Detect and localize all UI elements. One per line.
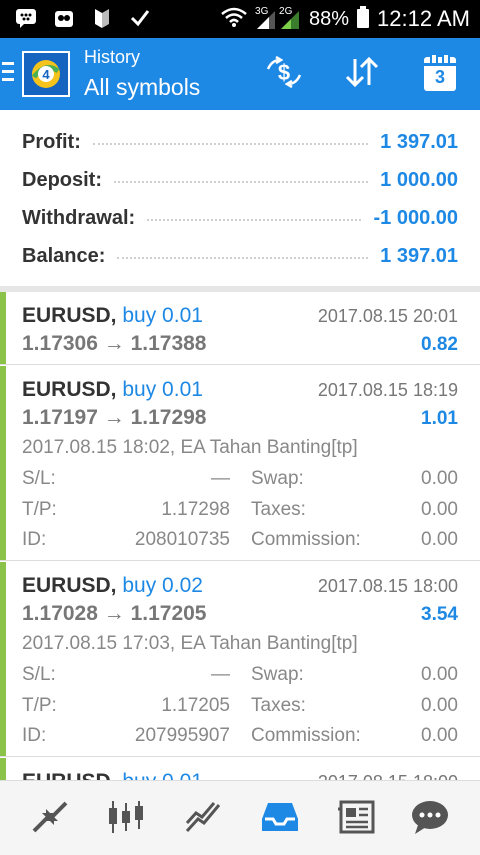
sl-label: S/L:	[22, 664, 56, 685]
deal-comment: 2017.08.15 17:03, EA Tahan Banting[tp]	[22, 633, 358, 654]
deal-date: 2017.08.15 20:01	[317, 306, 458, 326]
chart-icon	[106, 799, 146, 840]
summary-row-balance: Balance: 1 397.01	[22, 238, 458, 274]
id-label: ID:	[22, 529, 47, 550]
summary-row-withdrawal: Withdrawal: -1 000.00	[22, 200, 458, 236]
commission-label: Commission:	[251, 529, 361, 550]
network-2g-label: 2G	[279, 6, 293, 17]
metatrader-logo[interactable]: 4	[22, 51, 70, 97]
swap-label: Swap:	[251, 664, 304, 685]
trade-icon	[184, 799, 224, 840]
signal-icon: 3G 2G	[255, 6, 301, 30]
tp-label: T/P:	[22, 499, 57, 520]
tp-value: 1.17205	[161, 695, 230, 716]
deal-date: 2017.08.15 18:00	[317, 576, 458, 596]
deal-side: buy 0.01	[122, 304, 203, 327]
summary-label: Withdrawal:	[22, 206, 136, 229]
deal-symbol: EURUSD,	[22, 378, 117, 401]
summary-value: 1 397.01	[380, 244, 458, 267]
deal-prices: 1.17306 → 1.17388	[22, 332, 207, 355]
swap-value: 0.00	[421, 468, 458, 489]
period-button[interactable]: 3	[418, 53, 462, 94]
deal-row[interactable]: EURUSD, buy 0.01 2017.08.15 20:01 1.1730…	[0, 292, 480, 365]
checkmark-icon	[128, 6, 152, 30]
deal-symbol: EURUSD,	[22, 304, 117, 327]
summary-value: 1 000.00	[380, 168, 458, 191]
taxes-value: 0.00	[421, 695, 458, 716]
taxes-label: Taxes:	[251, 499, 306, 520]
chat-icon	[410, 799, 450, 840]
app-bar: 4 History All symbols $ 3	[0, 38, 480, 110]
swap-value: 0.00	[421, 664, 458, 685]
commission-value: 0.00	[421, 725, 458, 746]
history-inbox-icon	[260, 799, 300, 840]
deal-symbol: EURUSD,	[22, 574, 117, 597]
network-3g-label: 3G	[255, 6, 269, 17]
deal-row[interactable]: EURUSD, buy 0.02 2017.08.15 18:00 1.1702…	[0, 562, 480, 757]
deal-side-marker	[0, 366, 6, 560]
commission-label: Commission:	[251, 725, 361, 746]
deal-side-marker	[0, 562, 6, 756]
battery-percent: 88%	[309, 7, 350, 30]
history-tab[interactable]	[258, 797, 302, 841]
wifi-icon	[221, 7, 247, 32]
sort-button[interactable]	[340, 54, 384, 94]
sort-arrows-icon	[342, 55, 382, 94]
summary-row-deposit: Deposit: 1 000.00	[22, 162, 458, 198]
quotes-icon	[30, 799, 70, 840]
id-value: 208010735	[134, 529, 230, 550]
deal-prices: 1.17028 → 1.17205	[22, 602, 207, 625]
summary-label: Deposit:	[22, 168, 102, 191]
tp-value: 1.17298	[161, 499, 230, 520]
status-bar: 3G 2G 88% 12:12 AM	[0, 0, 480, 38]
id-value: 207995907	[134, 725, 230, 746]
history-summary: Profit: 1 397.01 Deposit: 1 000.00 Withd…	[0, 110, 480, 288]
currency-exchange-icon: $	[264, 55, 304, 94]
deal-comment: 2017.08.15 18:02, EA Tahan Banting[tp]	[22, 437, 358, 458]
beginner-icon	[90, 6, 114, 30]
deal-side: buy 0.02	[122, 574, 203, 597]
clock: 12:12 AM	[377, 6, 470, 31]
deal-profit: 3.54	[421, 604, 458, 625]
quotes-tab[interactable]	[28, 797, 72, 841]
sl-label: S/L:	[22, 468, 56, 489]
chart-tab[interactable]	[104, 797, 148, 841]
commission-value: 0.00	[421, 529, 458, 550]
news-icon	[336, 799, 376, 840]
chat-tab[interactable]	[408, 797, 452, 841]
deal-date: 2017.08.15 18:19	[317, 380, 458, 400]
summary-value: -1 000.00	[373, 206, 458, 229]
svg-text:4: 4	[42, 67, 50, 82]
taxes-label: Taxes:	[251, 695, 306, 716]
calendar-icon: 3	[424, 53, 456, 91]
summary-label: Balance:	[22, 244, 106, 267]
deal-side-marker	[0, 292, 6, 364]
battery-icon	[357, 5, 370, 33]
bottom-navigation	[0, 780, 480, 855]
deal-profit: 1.01	[421, 408, 458, 429]
calendar-day: 3	[434, 67, 445, 87]
menu-icon[interactable]	[2, 62, 14, 84]
deal-row[interactable]: EURUSD, buy 0.01 2017.08.15 18:19 1.1719…	[0, 366, 480, 561]
sl-value: —	[211, 468, 230, 489]
swap-label: Swap:	[251, 468, 304, 489]
header-title[interactable]: All symbols	[84, 74, 200, 101]
deal-side: buy 0.01	[122, 378, 203, 401]
deal-prices: 1.17197 → 1.17298	[22, 406, 207, 429]
trade-tab[interactable]	[182, 797, 226, 841]
app-notification-icon	[52, 6, 76, 30]
header-subtitle: History	[84, 47, 141, 67]
summary-label: Profit:	[22, 130, 81, 153]
summary-value: 1 397.01	[380, 130, 458, 153]
tp-label: T/P:	[22, 695, 57, 716]
id-label: ID:	[22, 725, 47, 746]
deal-profit: 0.82	[421, 334, 458, 355]
taxes-value: 0.00	[421, 499, 458, 520]
deposit-withdraw-button[interactable]: $	[262, 54, 306, 94]
sl-value: —	[211, 664, 230, 685]
summary-row-profit: Profit: 1 397.01	[22, 124, 458, 160]
news-tab[interactable]	[334, 797, 378, 841]
svg-text:$: $	[278, 60, 290, 85]
bbm-icon	[14, 6, 38, 30]
